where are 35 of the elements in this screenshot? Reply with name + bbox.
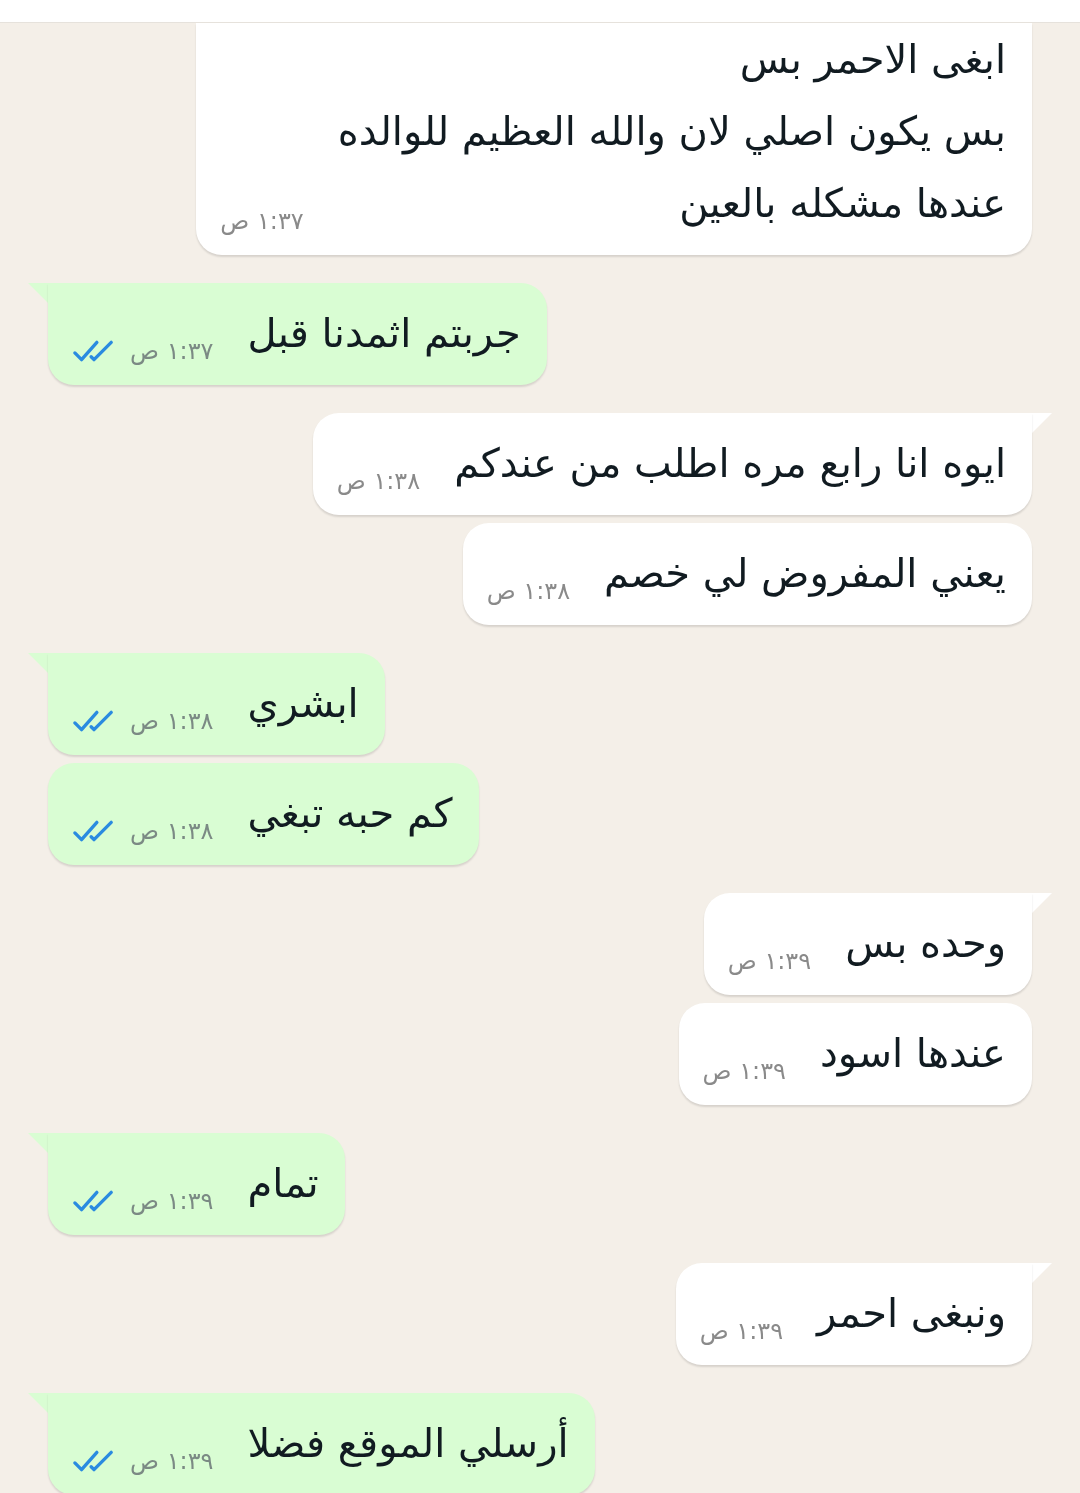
outgoing-message-bubble[interactable]: جربتم اثمدنا قبل ١:٣٧ ص (48, 283, 547, 385)
incoming-message-bubble[interactable]: ايوه انا رابع مره اطلب من عندكم ١:٣٨ ص (312, 413, 1032, 515)
message-text: جربتم اثمدنا قبل (247, 309, 521, 359)
outgoing-message-bubble[interactable]: أرسلي الموقع فضلا ١:٣٩ ص (48, 1393, 595, 1493)
incoming-message-bubble[interactable]: ونبغى احمر ١:٣٩ ص (675, 1263, 1032, 1365)
message-text: عندها اسود (819, 1029, 1006, 1079)
message-time: ١:٣٨ ص (130, 817, 214, 845)
message-time: ١:٣٩ ص (727, 947, 812, 975)
message-text: كم حبه تبغي (247, 789, 453, 839)
incoming-message-bubble[interactable]: يعني المفروض لي خصم ١:٣٨ ص (462, 523, 1032, 625)
message-text: ابغى الاحمر بس (738, 35, 1006, 85)
message-time: ١:٣٨ ص (336, 467, 421, 495)
incoming-message-bubble[interactable]: عندها اسود ١:٣٩ ص (678, 1003, 1032, 1105)
incoming-message-bubble[interactable]: وحده بس ١:٣٩ ص (703, 893, 1032, 995)
message-text: بس يكون اصلي لان والله العظيم للوالده (337, 107, 1006, 157)
message-time: ١:٣٧ ص (130, 337, 214, 365)
message-text: وحده بس (845, 919, 1006, 969)
outgoing-message-bubble[interactable]: كم حبه تبغي ١:٣٨ ص (48, 763, 479, 865)
incoming-message-bubble[interactable]: ابغى الاحمر بس بس يكون اصلي لان والله العظيم للوالده عندها مشكله بالعين ١:٣٧ ص (196, 23, 1032, 255)
message-time: ١:٣٩ ص (130, 1187, 214, 1215)
message-time: ١:٣٩ ص (130, 1447, 214, 1475)
message-time: ١:٣٩ ص (699, 1317, 784, 1345)
message-text: ابشري (247, 679, 359, 729)
message-text: عندها مشكله بالعين (678, 179, 1006, 229)
outgoing-message-bubble[interactable]: تمام ١:٣٩ ص (48, 1133, 345, 1235)
message-text: ايوه انا رابع مره اطلب من عندكم (454, 439, 1006, 489)
message-time: ١:٣٩ ص (702, 1057, 786, 1085)
message-text: أرسلي الموقع فضلا (247, 1407, 569, 1479)
message-time: ١:٣٧ ص (220, 207, 304, 235)
message-time: ١:٣٨ ص (486, 577, 571, 605)
message-text: يعني المفروض لي خصم (604, 549, 1006, 599)
message-text: تمام (247, 1159, 319, 1209)
message-time: ١:٣٨ ص (130, 707, 214, 735)
outgoing-message-bubble[interactable]: ابشري ١:٣٨ ص (48, 653, 385, 755)
message-text: ونبغى احمر (817, 1289, 1006, 1339)
